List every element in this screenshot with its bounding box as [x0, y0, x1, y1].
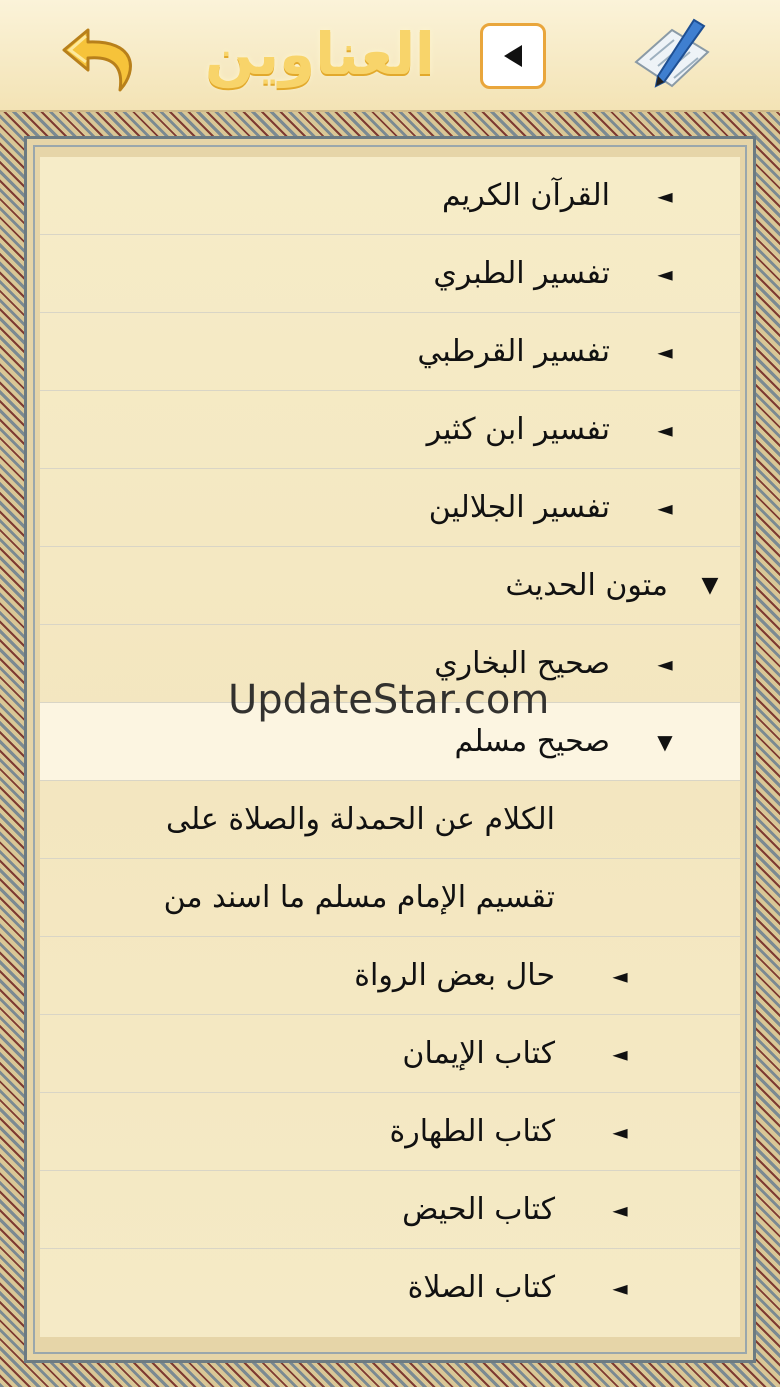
- page-title: العناوين: [205, 20, 435, 88]
- tree-item-label: كتاب الصلاة: [407, 1270, 555, 1305]
- expand-arrow-icon[interactable]: ◄: [650, 157, 680, 235]
- expand-arrow-icon[interactable]: ◄: [650, 313, 680, 391]
- pen-paper-icon: [634, 18, 710, 88]
- curved-back-arrow-icon: [62, 28, 132, 92]
- tree-item-label: تفسير ابن كثير: [426, 412, 610, 447]
- tree-item-label: تفسير الجلالين: [428, 490, 610, 525]
- tree-item[interactable]: ◄ كتاب الحيض: [40, 1171, 740, 1249]
- watermark-text: UpdateStar.com: [228, 677, 550, 723]
- expand-arrow-icon[interactable]: ◄: [605, 1015, 635, 1093]
- contents-tree: ◄ القرآن الكريم ◄ تفسير الطبري ◄ تفسير ا…: [40, 157, 740, 1337]
- tree-item-label: القرآن الكريم: [441, 178, 610, 213]
- edit-button[interactable]: [628, 12, 716, 98]
- expand-arrow-icon[interactable]: ◄: [650, 625, 680, 703]
- expand-arrow-icon[interactable]: ◄: [650, 469, 680, 547]
- expand-arrow-icon[interactable]: ◄: [605, 937, 635, 1015]
- tree-item[interactable]: تقسيم الإمام مسلم ما اسند من: [40, 859, 740, 937]
- collapse-arrow-icon[interactable]: ▼: [695, 547, 725, 625]
- tree-item-label: تفسير الطبري: [433, 256, 610, 291]
- tree-item[interactable]: الكلام عن الحمدلة والصلاة على: [40, 781, 740, 859]
- top-bar: العناوين: [0, 0, 780, 112]
- expand-arrow-icon[interactable]: ◄: [605, 1171, 635, 1249]
- expand-arrow-icon[interactable]: ◄: [650, 235, 680, 313]
- tree-item[interactable]: ◄ القرآن الكريم: [40, 157, 740, 235]
- tree-item[interactable]: ▼ متون الحديث: [40, 547, 740, 625]
- tree-item[interactable]: ◄ كتاب الصلاة: [40, 1249, 740, 1327]
- tree-item[interactable]: ◄ تفسير الجلالين: [40, 469, 740, 547]
- tree-item[interactable]: ◄ كتاب الإيمان: [40, 1015, 740, 1093]
- back-button[interactable]: [58, 12, 148, 98]
- tree-item-label: كتاب الطهارة: [389, 1114, 555, 1149]
- tree-item[interactable]: ◄ كتاب الطهارة: [40, 1093, 740, 1171]
- expand-arrow-icon[interactable]: ◄: [650, 391, 680, 469]
- tree-item-label: حال بعض الرواة: [354, 958, 555, 993]
- tree-item[interactable]: ◄ تفسير الطبري: [40, 235, 740, 313]
- tree-item-label: كتاب الإيمان: [402, 1036, 555, 1071]
- play-left-icon: [504, 45, 522, 67]
- tree-item-label: تفسير القرطبي: [417, 334, 610, 369]
- tree-item-label: كتاب الحيض: [402, 1192, 555, 1227]
- expand-arrow-icon[interactable]: ◄: [605, 1093, 635, 1171]
- tree-item[interactable]: ◄ تفسير ابن كثير: [40, 391, 740, 469]
- tree-item-label: الكلام عن الحمدلة والصلاة على: [166, 802, 555, 837]
- expand-arrow-icon[interactable]: ◄: [605, 1249, 635, 1327]
- collapse-arrow-icon[interactable]: ▼: [650, 703, 680, 781]
- tree-item[interactable]: ◄ حال بعض الرواة: [40, 937, 740, 1015]
- toggle-button[interactable]: [480, 23, 546, 89]
- tree-item-label: تقسيم الإمام مسلم ما اسند من: [163, 880, 555, 915]
- tree-item-label: متون الحديث: [505, 568, 668, 603]
- tree-item[interactable]: ◄ تفسير القرطبي: [40, 313, 740, 391]
